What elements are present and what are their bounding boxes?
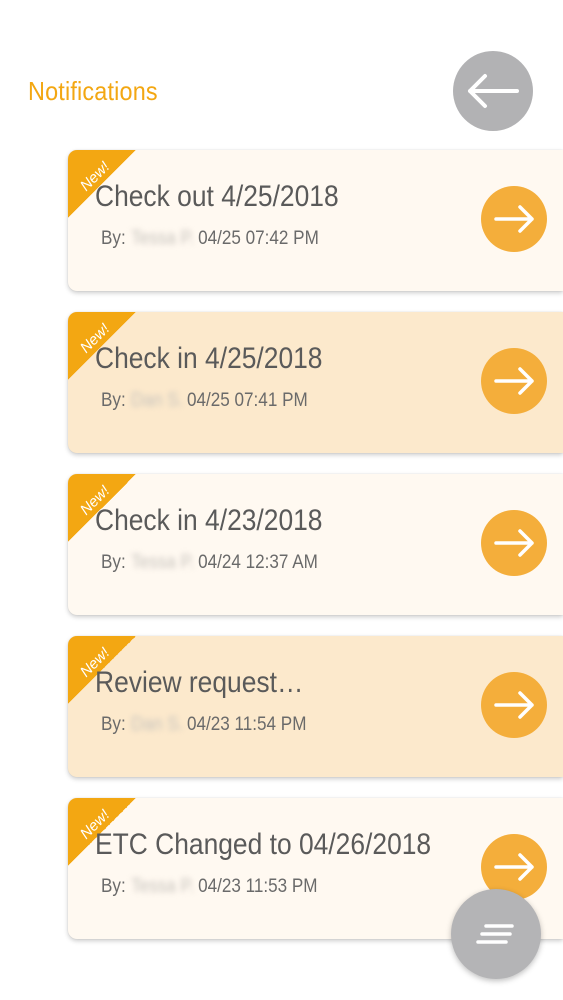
- notification-list: New! Check out 4/25/2018 By: Tessa P. 04…: [68, 150, 563, 960]
- notification-meta: By: Dan S. 04/23 11:54 PM: [101, 714, 306, 736]
- author-name: Dan S.: [131, 390, 184, 411]
- notification-timestamp: 04/25 07:41 PM: [186, 390, 308, 411]
- notification-title: Check in 4/25/2018: [95, 342, 323, 375]
- arrow-right-icon: [494, 367, 534, 395]
- by-label: By:: [101, 714, 126, 735]
- notification-card[interactable]: New! Check out 4/25/2018 By: Tessa P. 04…: [68, 150, 563, 291]
- notification-meta: By: Tessa P. 04/23 11:53 PM: [101, 876, 318, 898]
- arrow-right-icon: [494, 853, 534, 881]
- by-label: By:: [101, 228, 126, 249]
- open-notification-button[interactable]: [481, 672, 547, 738]
- author-name: Tessa P.: [131, 876, 195, 897]
- notification-title: Check in 4/23/2018: [95, 504, 323, 537]
- open-notification-button[interactable]: [481, 510, 547, 576]
- notification-timestamp: 04/23 11:54 PM: [186, 714, 307, 735]
- arrow-right-icon: [494, 529, 534, 557]
- notification-meta: By: Tessa P. 04/24 12:37 AM: [101, 552, 318, 574]
- notification-card[interactable]: New! Check in 4/25/2018 By: Dan S. 04/25…: [68, 312, 563, 453]
- notification-card[interactable]: New! Review request… By: Dan S. 04/23 11…: [68, 636, 563, 777]
- notification-timestamp: 04/23 11:53 PM: [198, 876, 318, 897]
- open-notification-button[interactable]: [481, 348, 547, 414]
- by-label: By:: [101, 390, 126, 411]
- menu-lines-icon: [476, 924, 514, 944]
- notification-card[interactable]: New! Check in 4/23/2018 By: Tessa P. 04/…: [68, 474, 563, 615]
- notification-meta: By: Dan S. 04/25 07:41 PM: [101, 390, 308, 412]
- notification-timestamp: 04/24 12:37 AM: [198, 552, 318, 573]
- notification-title: Review request…: [95, 666, 304, 699]
- by-label: By:: [101, 876, 126, 897]
- author-name: Dan S.: [131, 714, 184, 735]
- arrow-left-icon: [468, 74, 519, 108]
- open-notification-button[interactable]: [481, 186, 547, 252]
- author-name: Tessa P.: [131, 552, 195, 573]
- arrow-right-icon: [494, 205, 534, 233]
- arrow-right-icon: [494, 691, 534, 719]
- page-title: Notifications: [28, 76, 158, 106]
- notification-title: Check out 4/25/2018: [95, 180, 339, 213]
- back-button[interactable]: [453, 51, 533, 131]
- notification-timestamp: 04/25 07:42 PM: [198, 228, 319, 249]
- author-name: Tessa P.: [131, 228, 195, 249]
- menu-fab-button[interactable]: [451, 889, 541, 979]
- notification-meta: By: Tessa P. 04/25 07:42 PM: [101, 228, 319, 250]
- by-label: By:: [101, 552, 126, 573]
- notification-title: ETC Changed to 04/26/2018: [95, 828, 432, 861]
